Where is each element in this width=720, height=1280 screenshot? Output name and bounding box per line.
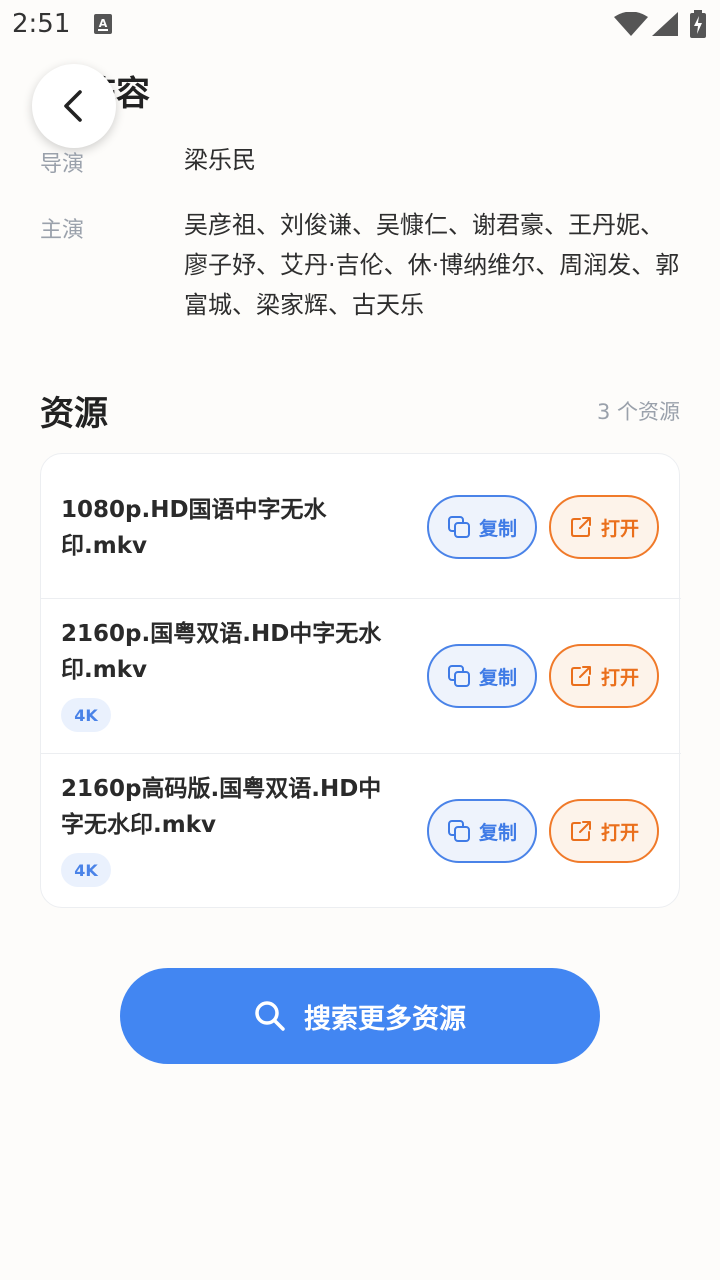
open-button[interactable]: 打开: [549, 644, 659, 708]
open-button[interactable]: 打开: [549, 799, 659, 863]
copy-icon: [447, 820, 470, 842]
open-label: 打开: [600, 821, 639, 844]
quality-badge: 4K: [61, 698, 111, 732]
cast-value: 吴彦祖、刘俊谦、吴慷仁、谢君豪、王丹妮、廖子妤、艾丹·吉伦、休·博纳维尔、周润发…: [184, 211, 680, 319]
director-label: 导演: [40, 152, 85, 177]
director-value: 梁乐民: [184, 146, 256, 174]
resource-name: 2160p高码版.国粤双语.HD中字无水印.mkv: [61, 776, 382, 838]
battery-charging-icon: [690, 10, 706, 38]
copy-icon: [447, 665, 470, 687]
wifi-icon: [614, 12, 648, 36]
chevron-left-icon: [64, 90, 82, 122]
copy-label: 复制: [478, 821, 517, 844]
open-button[interactable]: 打开: [549, 495, 659, 559]
resources-title: 资源: [40, 394, 108, 434]
open-label: 打开: [600, 666, 639, 689]
search-more-label: 搜索更多资源: [304, 1003, 466, 1035]
copy-button[interactable]: 复制: [427, 495, 537, 559]
copy-label: 复制: [478, 517, 517, 540]
copy-button[interactable]: 复制: [427, 644, 537, 708]
external-link-icon: [570, 666, 591, 686]
copy-button[interactable]: 复制: [427, 799, 537, 863]
cast-label: 主演: [40, 218, 85, 243]
resource-item: 1080p.HD国语中字无水印.mkv 复制 打开: [41, 454, 681, 599]
svg-text:A: A: [99, 17, 108, 30]
status-bar: 2:51 A: [0, 0, 720, 50]
resource-item: 2160p.国粤双语.HD中字无水印.mkv 4K 复制 打开: [41, 599, 681, 754]
copy-icon: [447, 516, 470, 538]
back-button[interactable]: [32, 64, 116, 148]
search-more-button[interactable]: 搜索更多资源: [120, 968, 600, 1064]
search-icon: [255, 1001, 285, 1031]
external-link-icon: [570, 821, 591, 841]
resources-count: 3 个资源: [596, 400, 680, 424]
keyboard-a-icon: A: [94, 14, 112, 34]
resource-name: 2160p.国粤双语.HD中字无水印.mkv: [61, 621, 382, 683]
resource-list: 1080p.HD国语中字无水印.mkv 复制 打开 2160p.国粤双语.HD中…: [40, 453, 681, 909]
resource-name: 1080p.HD国语中字无水印.mkv: [61, 497, 327, 559]
quality-badge: 4K: [61, 853, 111, 887]
resource-item: 2160p高码版.国粤双语.HD中字无水印.mkv 4K 复制 打开: [41, 754, 681, 909]
copy-label: 复制: [478, 666, 517, 689]
external-link-icon: [570, 517, 591, 537]
open-label: 打开: [600, 517, 639, 540]
signal-icon: [652, 12, 678, 36]
status-time: 2:51: [12, 9, 71, 39]
